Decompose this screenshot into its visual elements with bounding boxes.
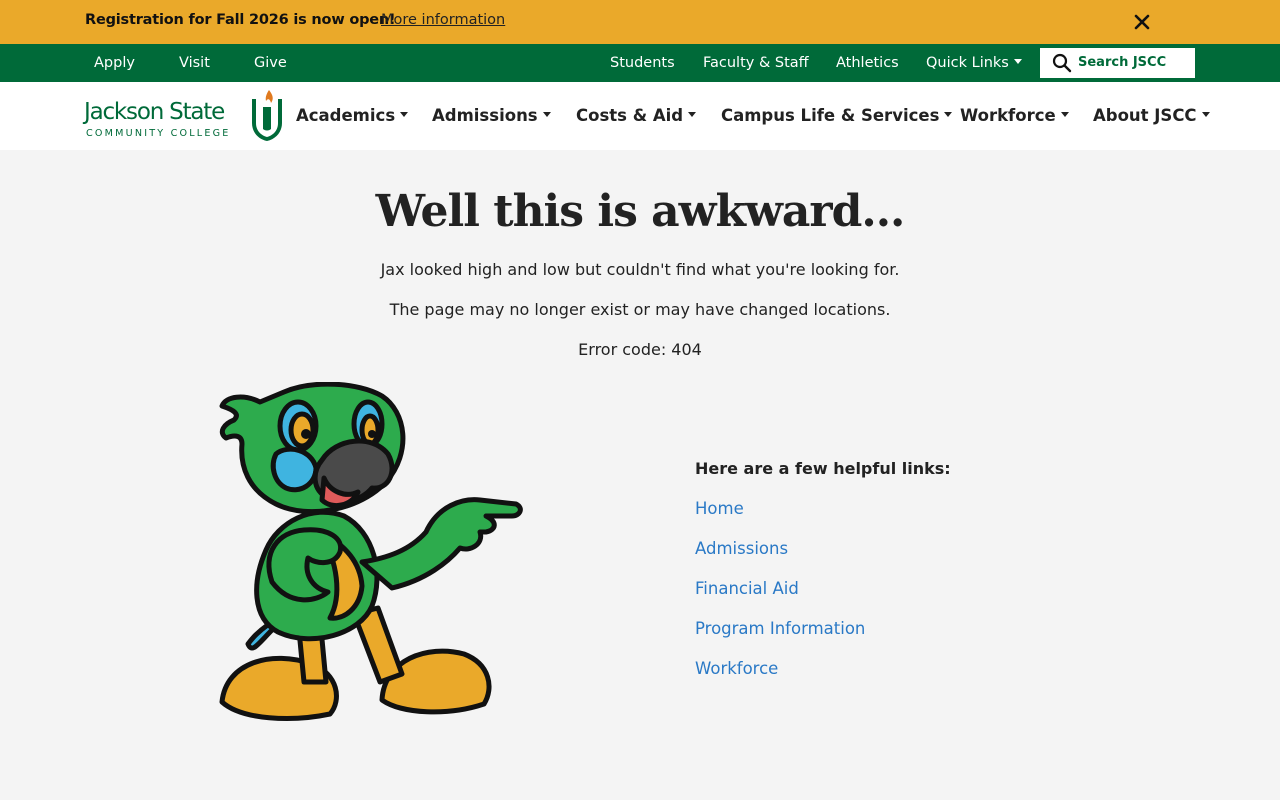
error-message-line-2: The page may no longer exist or may have… [389, 300, 891, 319]
quick-links-label: Quick Links [926, 55, 1009, 71]
error-code: Error code: 404 [578, 340, 702, 359]
nav-about-label: About JSCC [1093, 106, 1197, 125]
torch-shield-icon [252, 90, 282, 141]
nav-workforce-label: Workforce [960, 106, 1056, 125]
quick-links-dropdown[interactable]: Quick Links [926, 55, 1022, 71]
chevron-down-icon [1013, 59, 1022, 64]
nav-admissions[interactable]: Admissions [432, 106, 551, 125]
utility-link-give[interactable]: Give [254, 55, 287, 71]
page-title: Well this is awkward... [375, 186, 906, 237]
nav-academics-label: Academics [296, 106, 396, 125]
chevron-down-icon [688, 112, 697, 117]
parrot-mascot-image [219, 382, 523, 721]
utility-link-athletics[interactable]: Athletics [836, 55, 899, 71]
nav-costs-aid-label: Costs & Aid [576, 106, 684, 125]
close-icon[interactable] [1131, 11, 1153, 33]
helpful-link-workforce[interactable]: Workforce [695, 659, 778, 678]
alert-more-info-link[interactable]: More information [381, 12, 505, 28]
search-label: Search JSCC [1078, 55, 1167, 70]
nav-campus-life-label: Campus Life & Services [721, 106, 940, 125]
utility-link-students[interactable]: Students [610, 55, 675, 71]
alert-banner: Registration for Fall 2026 is now open! … [0, 0, 1280, 44]
helpful-links-title: Here are a few helpful links: [695, 459, 951, 478]
error-message-line-1: Jax looked high and low but couldn't fin… [380, 260, 900, 279]
main-navigation: Jackson State COMMUNITY COLLEGE Academic… [0, 82, 1280, 150]
chevron-down-icon [542, 112, 551, 117]
alert-message: Registration for Fall 2026 is now open! [85, 12, 396, 28]
jscc-logo[interactable]: Jackson State COMMUNITY COLLEGE [84, 90, 284, 146]
chevron-down-icon [1060, 112, 1069, 117]
search-icon [1052, 53, 1072, 73]
chevron-down-icon [944, 112, 953, 117]
logo-subtitle: COMMUNITY COLLEGE [86, 128, 231, 139]
nav-costs-aid[interactable]: Costs & Aid [576, 106, 697, 125]
chevron-down-icon [1201, 112, 1210, 117]
nav-admissions-label: Admissions [432, 106, 538, 125]
nav-about[interactable]: About JSCC [1093, 106, 1210, 125]
nav-academics[interactable]: Academics [296, 106, 409, 125]
chevron-down-icon [400, 112, 409, 117]
helpful-link-admissions[interactable]: Admissions [695, 539, 788, 558]
nav-workforce[interactable]: Workforce [960, 106, 1069, 125]
helpful-link-home[interactable]: Home [695, 499, 744, 518]
utility-link-visit[interactable]: Visit [179, 55, 210, 71]
nav-campus-life[interactable]: Campus Life & Services [721, 106, 953, 125]
helpful-link-program-information[interactable]: Program Information [695, 619, 865, 638]
search-button[interactable]: Search JSCC [1040, 48, 1195, 78]
utility-bar: Apply Visit Give Students Faculty & Staf… [0, 44, 1280, 82]
utility-link-faculty-staff[interactable]: Faculty & Staff [703, 55, 809, 71]
logo-wordmark: Jackson State [84, 99, 225, 125]
utility-link-apply[interactable]: Apply [94, 55, 135, 71]
helpful-link-financial-aid[interactable]: Financial Aid [695, 579, 799, 598]
